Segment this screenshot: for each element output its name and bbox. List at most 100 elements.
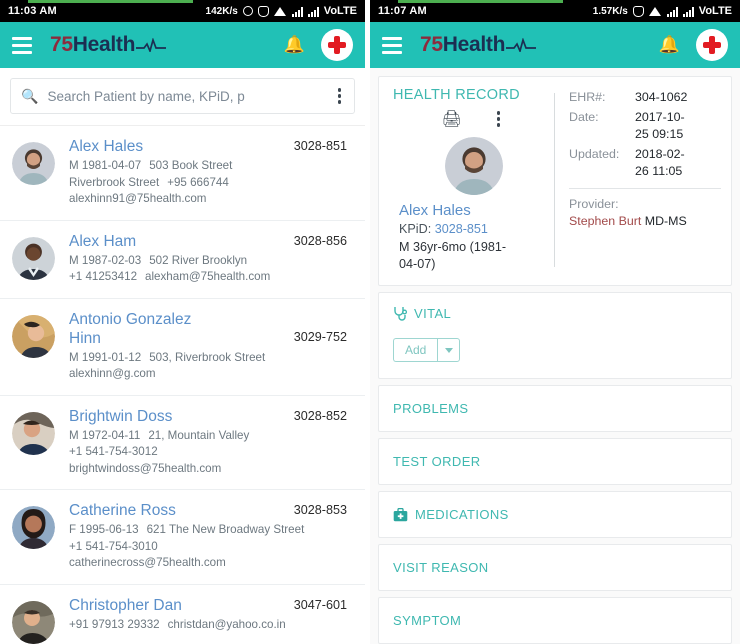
patient-detail-line-1: M 1972-04-11 21, Mountain Valley [69,428,250,442]
patient-detail-line-1: +91 97913 29332 christdan@yahoo.co.in [69,617,286,631]
section-title: VISIT REASON [393,560,717,575]
page-title: HEALTH RECORD [393,87,520,103]
stethoscope-icon [394,307,407,321]
section-title-text: MEDICATIONS [415,507,509,522]
list-item[interactable]: Antonio Gonzalez Hinn 3029-752 M 1991-01… [0,298,365,396]
network-speed-text: 142K/s [205,5,238,17]
section-symptom-body: SYMPTOM [379,598,731,643]
status-bar: 11:03 AM 142K/s VoLTE [0,0,365,22]
avatar [444,137,503,195]
dual-screenshot-container: 11:03 AM 142K/s VoLTE 75 Health 🔔 🔍 Sear… [0,0,740,644]
patient-id: 3028-856 [293,233,347,248]
kebab-menu-icon[interactable] [333,84,347,108]
patient-name[interactable]: Christopher Dan [69,596,294,615]
ecg-line-icon [136,38,167,52]
record-patient-name[interactable]: Alex Hales [393,202,554,219]
status-bar-icons: 1.57K/s VoLTE [593,5,732,17]
volte-label: VoLTE [323,5,357,17]
patient-id: 3028-853 [293,503,347,517]
bell-icon[interactable]: 🔔 [284,35,305,55]
add-button[interactable]: Add [393,338,438,362]
search-icon: 🔍 [21,87,39,104]
meta-label: EHR#: [569,90,606,104]
sync-circle-icon [242,6,253,16]
red-cross-icon[interactable] [321,29,353,61]
section-title-text: VISIT REASON [393,560,489,575]
section-title: PROBLEMS [393,401,717,416]
section-test-order[interactable]: TEST ORDER [378,438,732,485]
record-patient-header: Alex Hales KPiD: 3028-851 M 36yr-6mo (19… [393,131,554,273]
list-item[interactable]: Catherine Ross 3028-853 F 1995-06-13 621 … [0,490,365,585]
list-item[interactable]: Alex Ham 3028-856 M 1987-02-03 502 River … [0,220,365,299]
patient-detail-line-2: +1 541-754-3012 [69,445,158,458]
patient-info: Brightwin Doss 3028-852 M 1972-04-11 21, … [55,407,353,478]
avatar [12,314,55,358]
patient-list: Alex Hales 3028-851 M 1981-04-07 503 Book… [0,126,365,644]
logo-text-75: 75 [420,33,443,56]
kebab-menu-icon[interactable] [492,107,506,131]
patient-detail-line-1: M 1981-04-07 503 Book Street [69,159,233,172]
list-item[interactable]: Christopher Dan 3047-601 +91 97913 29332… [0,584,365,644]
patient-name[interactable]: Antonio Gonzalez Hinn [69,310,219,348]
section-problems-body: PROBLEMS [379,386,731,431]
health-record-panel: HEALTH RECORD 🖨 Alex Hales KPiD: 3028-85… [370,68,740,644]
provider-label: Provider: [569,197,619,211]
patient-id: 3028-852 [293,408,347,423]
section-title: TEST ORDER [393,454,717,469]
printer-icon[interactable]: 🖨 [442,109,462,129]
patient-detail-line-3: catherinecross@75health.com [69,556,226,569]
avatar [12,506,55,549]
signal-bars-2-icon [307,6,319,17]
status-bar-icons: 142K/s VoLTE [206,5,357,17]
search-input[interactable] [47,88,333,104]
section-symptom[interactable]: SYMPTOM [378,597,732,644]
patient-name[interactable]: Alex Hales [69,137,294,156]
red-cross-icon[interactable] [696,29,728,61]
chevron-down-icon[interactable] [437,338,461,362]
hamburger-icon[interactable] [382,36,402,54]
section-vital[interactable]: VITAL Add [378,292,732,379]
patient-detail-line-2: +1 41253412 alexham@75health.com [69,270,271,283]
app-logo: 75 Health [50,33,167,57]
meta-row-ehr: EHR#: 304-1062 [569,89,721,106]
list-item[interactable]: Alex Hales 3028-851 M 1981-04-07 503 Book… [0,126,365,221]
left-screen-patient-list: 11:03 AM 142K/s VoLTE 75 Health 🔔 🔍 Sear… [0,0,370,644]
list-item[interactable]: Brightwin Doss 3028-852 M 1972-04-11 21, … [0,395,365,490]
search-bar-container: 🔍 [0,68,365,126]
volte-label: VoLTE [698,5,732,17]
section-title-text: SYMPTOM [393,613,462,628]
section-visit-reason-body: VISIT REASON [379,545,731,590]
patient-info: Catherine Ross 3028-853 F 1995-06-13 621 … [55,501,353,572]
section-visit-reason[interactable]: VISIT REASON [378,544,732,591]
patient-name[interactable]: Alex Ham [69,232,294,251]
patient-info: Alex Ham 3028-856 M 1987-02-03 502 River … [55,232,353,286]
patient-detail-line-1: F 1995-06-13 621 The New Broadway Street [69,523,305,536]
app-logo: 75 Health [420,33,537,57]
record-age-line-2: 04-07) [399,257,436,271]
patient-name[interactable]: Brightwin Doss [69,407,294,426]
meta-value: 2017-10- 25 09:15 [635,110,685,141]
add-split-button[interactable]: Add [393,338,461,362]
logo-text-75: 75 [50,33,73,56]
status-bar: 11:07 AM 1.57K/s VoLTE [370,0,740,22]
patient-name[interactable]: Catherine Ross [69,501,294,520]
status-bar-time: 11:03 AM [8,5,57,17]
patient-info: Christopher Dan 3047-601 +91 97913 29332… [55,596,353,644]
patient-id: 3047-601 [293,597,347,612]
shield-icon [257,5,269,17]
patient-info: Antonio Gonzalez Hinn 3029-752 M 1991-01… [55,310,353,383]
health-record-card: HEALTH RECORD 🖨 Alex Hales KPiD: 3028-85… [378,76,732,286]
patient-id: 3028-851 [293,139,347,153]
record-actions: 🖨 [393,107,554,131]
section-medications[interactable]: MEDICATIONS [378,491,732,538]
meta-row-updated: Updated: 2018-02- 26 11:05 [569,146,721,180]
bell-icon[interactable]: 🔔 [659,35,680,55]
section-problems[interactable]: PROBLEMS [378,385,732,432]
search-box[interactable]: 🔍 [10,78,355,114]
record-age-line-1: M 36yr-6mo (1981- [399,240,507,254]
patient-detail-line-3: brightwindoss@75health.com [69,461,222,475]
record-kpid: KPiD: 3028-851 [399,222,488,236]
wifi-icon [648,6,662,16]
hamburger-icon[interactable] [12,36,32,54]
patient-detail-line-2: alexhinn@g.com [69,367,156,380]
